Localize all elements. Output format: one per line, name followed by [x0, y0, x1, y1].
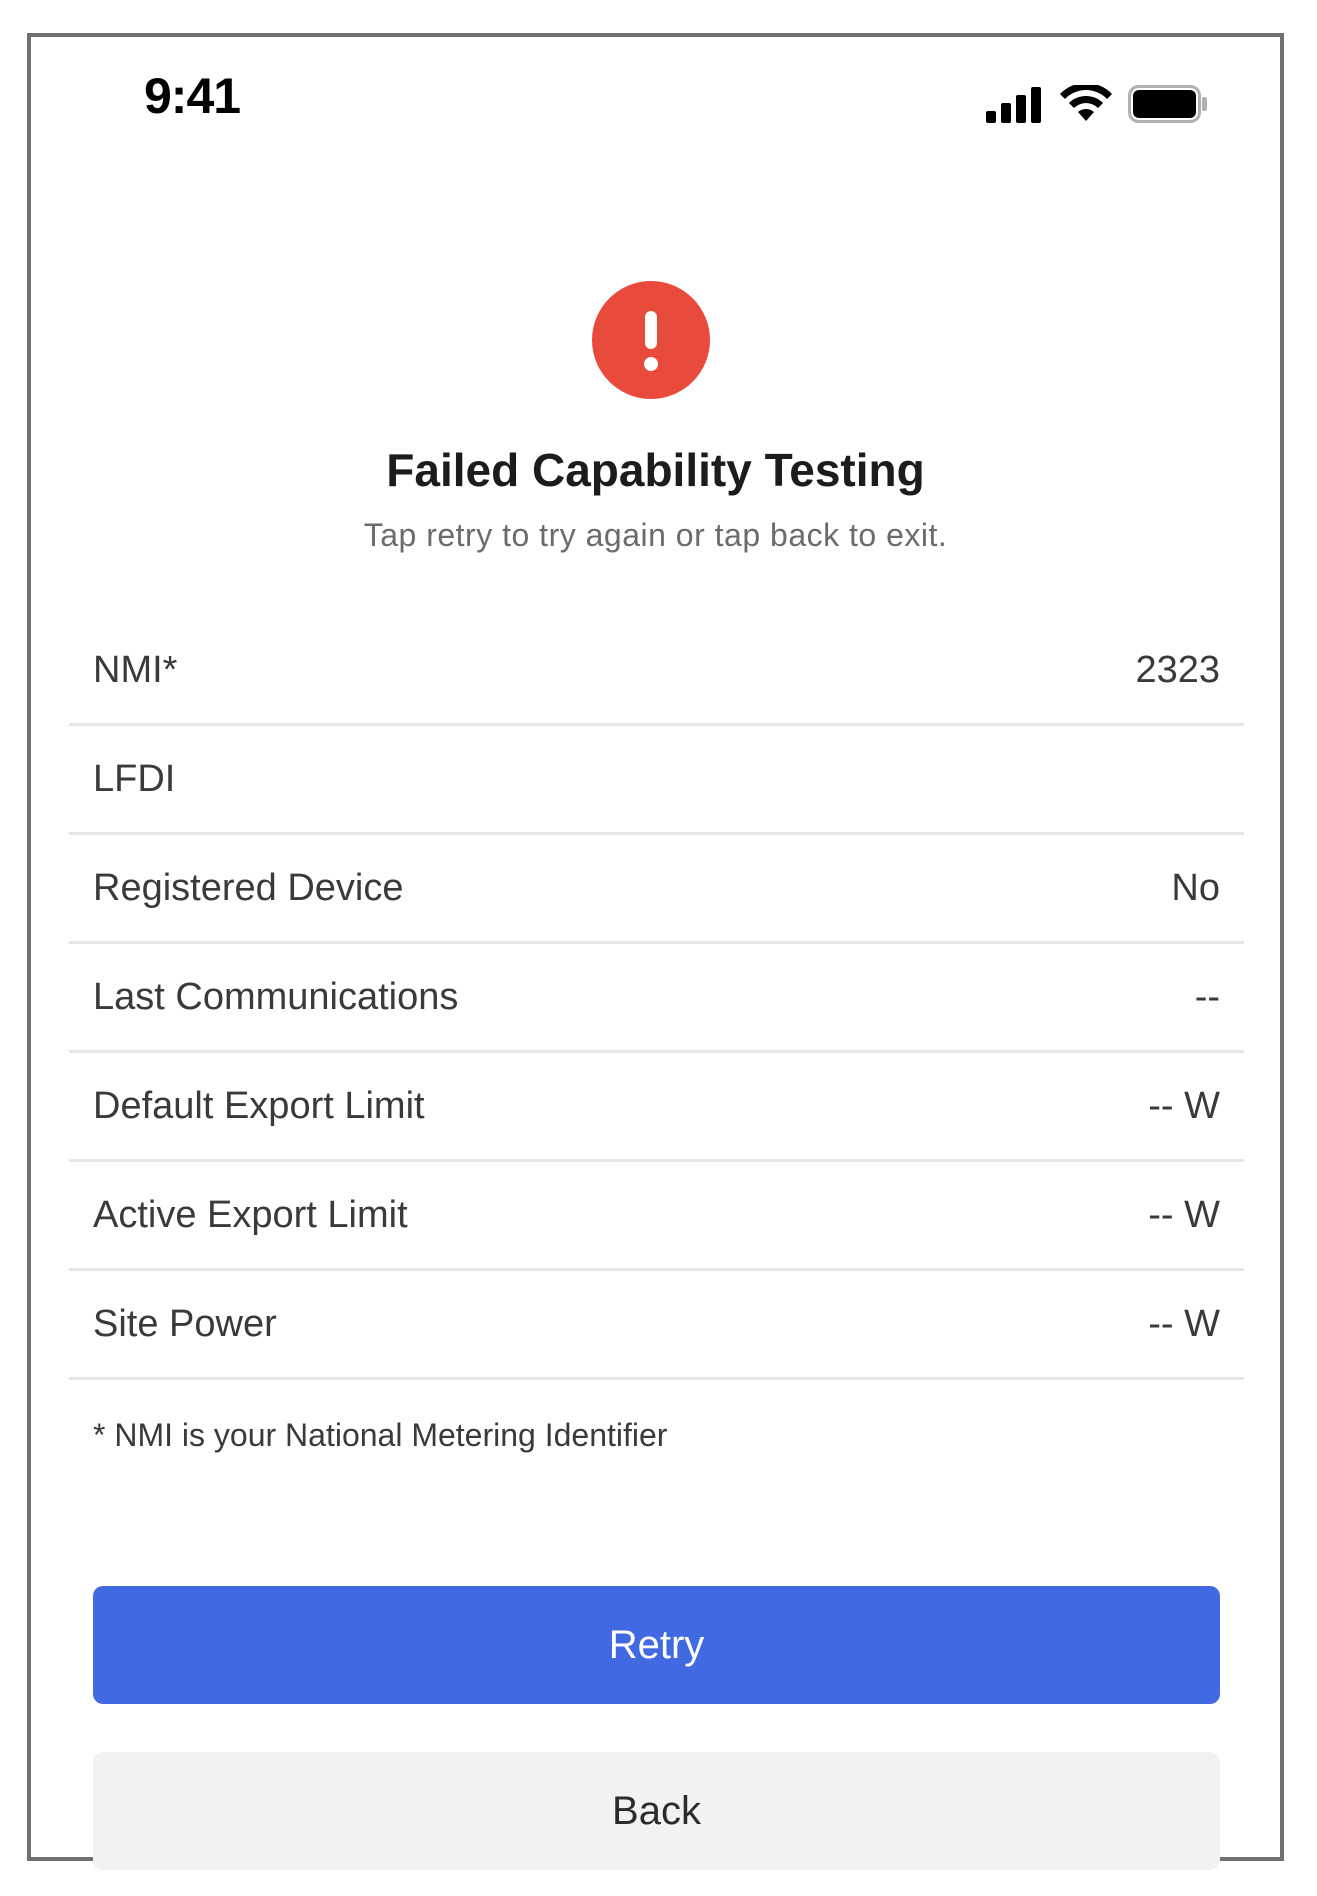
info-label: Registered Device [93, 866, 404, 909]
info-value: 2323 [1135, 648, 1220, 691]
info-row-site-power: Site Power -- W [69, 1271, 1244, 1380]
info-row-active-export-limit: Active Export Limit -- W [69, 1162, 1244, 1271]
status-bar: 9:41 [31, 37, 1280, 177]
info-row-registered-device: Registered Device No [69, 835, 1244, 944]
info-label: Active Export Limit [93, 1193, 408, 1236]
retry-button[interactable]: Retry [93, 1586, 1220, 1704]
wifi-icon [1060, 85, 1112, 123]
info-value: -- W [1148, 1084, 1220, 1127]
info-row-last-communications: Last Communications -- [69, 944, 1244, 1053]
page-title: Failed Capability Testing [386, 444, 925, 496]
info-label: Site Power [93, 1302, 277, 1345]
page-subtitle: Tap retry to try again or tap back to ex… [363, 517, 948, 553]
cellular-signal-icon [986, 87, 1044, 123]
info-value: No [1171, 866, 1220, 909]
info-value: -- W [1148, 1193, 1220, 1236]
info-label: LFDI [93, 757, 176, 800]
info-label: NMI* [93, 648, 178, 691]
alert-exclamation-icon [592, 281, 710, 399]
capability-result-screen: Failed Capability Testing Tap retry to t… [31, 177, 1280, 1870]
battery-icon [1128, 85, 1208, 123]
nmi-footnote: * NMI is your National Metering Identifi… [93, 1417, 668, 1453]
info-row-nmi: NMI* 2323 [69, 617, 1244, 726]
info-value: -- W [1148, 1302, 1220, 1345]
info-value: -- [1194, 975, 1220, 1018]
status-icons [986, 79, 1208, 123]
back-button[interactable]: Back [93, 1752, 1220, 1870]
status-time: 9:41 [144, 68, 241, 124]
info-label: Last Communications [93, 975, 459, 1018]
info-label: Default Export Limit [93, 1084, 425, 1127]
info-row-default-export-limit: Default Export Limit -- W [69, 1053, 1244, 1162]
info-row-lfdi: LFDI [69, 726, 1244, 835]
info-list: NMI* 2323 LFDI Registered Device No Last… [69, 617, 1244, 1380]
phone-screen: 9:41 Failed Capability Testing Tap retry… [27, 33, 1284, 1870]
